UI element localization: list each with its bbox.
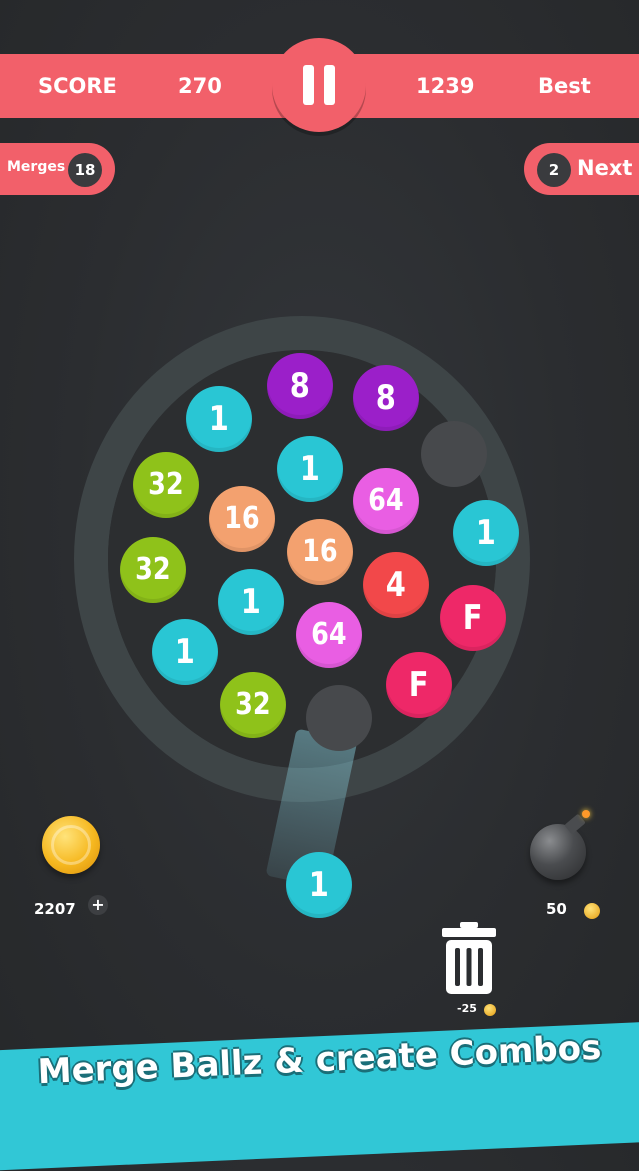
ball: 1 — [218, 569, 284, 635]
merges-label: Merges — [7, 159, 66, 175]
fuse-spark-icon — [582, 810, 590, 818]
ball: 1 — [453, 500, 519, 566]
ball: 32 — [220, 672, 286, 738]
coin-icon — [584, 903, 600, 919]
pause-icon — [303, 65, 314, 105]
merges-count: 18 — [68, 153, 102, 187]
next-indicator: 2 Next — [524, 143, 639, 195]
shooter-ball[interactable]: 1 — [286, 852, 352, 918]
ball: 64 — [353, 468, 419, 534]
ball: 64 — [296, 602, 362, 668]
ball: 1 — [152, 619, 218, 685]
ball: 8 — [267, 353, 333, 419]
add-coins-button[interactable]: + — [88, 895, 108, 915]
trash-cost: -25 — [457, 1002, 477, 1015]
coin-balance: 2207 — [34, 900, 76, 918]
ball: 1 — [186, 386, 252, 452]
best-label: Best — [538, 74, 591, 98]
merges-counter: Merges 18 — [0, 143, 115, 195]
bomb-icon[interactable] — [530, 824, 586, 880]
score-value: 270 — [178, 74, 222, 98]
pause-button[interactable] — [272, 38, 366, 132]
ball: 32 — [120, 537, 186, 603]
ball: 16 — [209, 486, 275, 552]
next-label: Next — [577, 156, 633, 180]
launch-hole — [306, 685, 372, 751]
empty-slot — [421, 421, 487, 487]
trash-icon[interactable] — [440, 922, 498, 998]
coin-icon — [484, 1004, 496, 1016]
ball: 1 — [277, 436, 343, 502]
next-count: 2 — [537, 153, 571, 187]
ball: F — [440, 585, 506, 651]
ball: 8 — [353, 365, 419, 431]
bomb-cost: 50 — [546, 900, 567, 918]
best-score-value: 1239 — [416, 74, 475, 98]
ball: 16 — [287, 519, 353, 585]
score-label: SCORE — [38, 74, 117, 98]
ball: F — [386, 652, 452, 718]
ball: 4 — [363, 552, 429, 618]
ball: 32 — [133, 452, 199, 518]
coin-icon — [42, 816, 100, 874]
